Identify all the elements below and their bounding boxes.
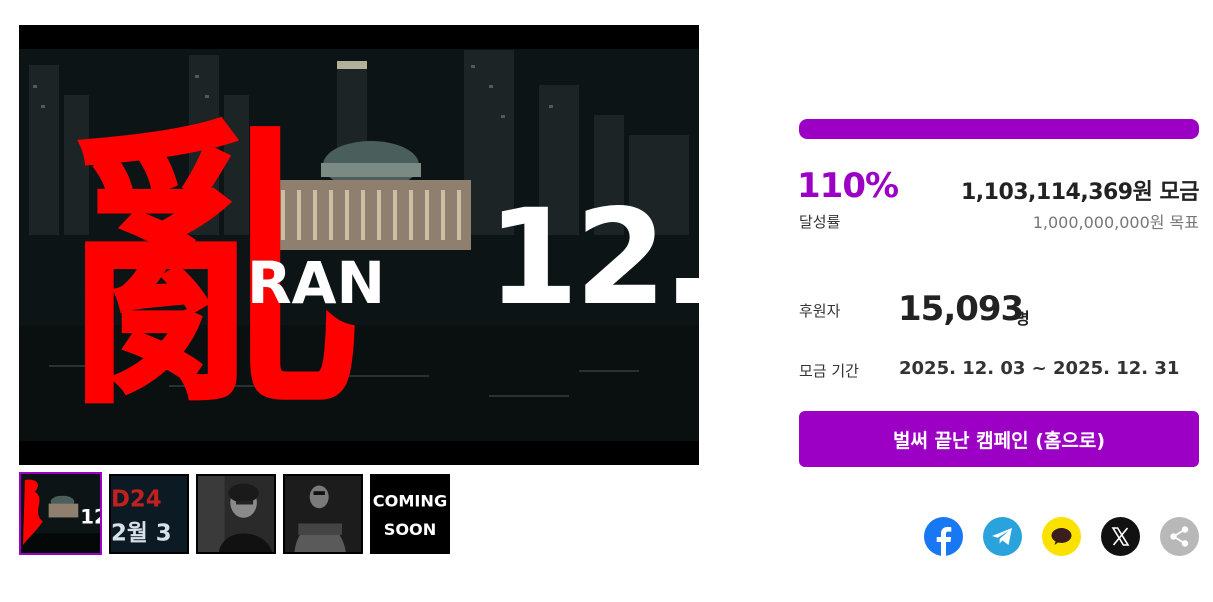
poster-image: 亂 RAN 12.3 [19, 25, 699, 465]
thumbnail-4[interactable] [283, 474, 363, 554]
facebook-share-button[interactable] [924, 517, 963, 556]
achievement-percent: 110% [797, 166, 899, 206]
thumbnail-5-text-bottom: SOON [384, 520, 437, 539]
thumbnail-2[interactable]: D24 2월 3 [109, 474, 189, 554]
achievement-label: 달성률 [799, 213, 841, 231]
campaign-ended-home-button[interactable]: 벌써 끝난 캠페인 (홈으로) [799, 411, 1199, 467]
thumbnail-5-text-top: COMING [373, 491, 447, 510]
thumbnail-1[interactable]: 12 [19, 472, 102, 555]
backers-unit: 명 [1015, 309, 1030, 328]
poster-subtitle: RAN [247, 249, 385, 317]
main-media-viewer: 亂 RAN 12.3 [19, 25, 699, 465]
thumbnail-3-image [198, 476, 274, 552]
telegram-share-button[interactable] [983, 517, 1022, 556]
thumbnail-3[interactable] [196, 474, 276, 554]
thumbnail-5[interactable]: COMING SOON [370, 474, 450, 554]
thumbnail-5-image: COMING SOON [372, 476, 448, 552]
kakaotalk-icon [1051, 528, 1072, 545]
share-icon [1170, 526, 1189, 547]
period-value: 2025. 12. 03 ~ 2025. 12. 31 [899, 358, 1180, 379]
thumbnail-2-text-bottom: 2월 3 [111, 521, 172, 547]
period-label: 모금 기간 [799, 362, 859, 380]
thumbnail-1-text: 12 [80, 505, 100, 528]
goal-amount: 1,000,000,000원 목표 [1032, 213, 1199, 232]
thumbnail-2-image: D24 2월 3 [111, 476, 187, 552]
link-share-button[interactable] [1160, 517, 1199, 556]
thumbnail-1-image: 12 [21, 474, 100, 553]
facebook-icon [936, 527, 952, 556]
kakaotalk-share-button[interactable] [1042, 517, 1081, 556]
backers-label: 후원자 [799, 302, 841, 320]
funding-progress-bar [799, 119, 1199, 139]
x-share-button[interactable] [1101, 517, 1140, 556]
backers-count: 15,093 [898, 289, 1024, 329]
thumbnail-4-image [285, 476, 361, 552]
x-icon [1111, 527, 1130, 546]
share-buttons [924, 517, 1199, 556]
raised-amount: 1,103,114,369원 모금 [960, 180, 1200, 205]
funding-progress-fill [799, 119, 1199, 139]
telegram-icon [992, 528, 1012, 545]
poster-date-mark: 12.3 [487, 181, 699, 335]
thumbnail-strip: 12 D24 2월 3 COMING SO [19, 472, 450, 555]
thumbnail-2-text-top: D24 [111, 486, 162, 512]
